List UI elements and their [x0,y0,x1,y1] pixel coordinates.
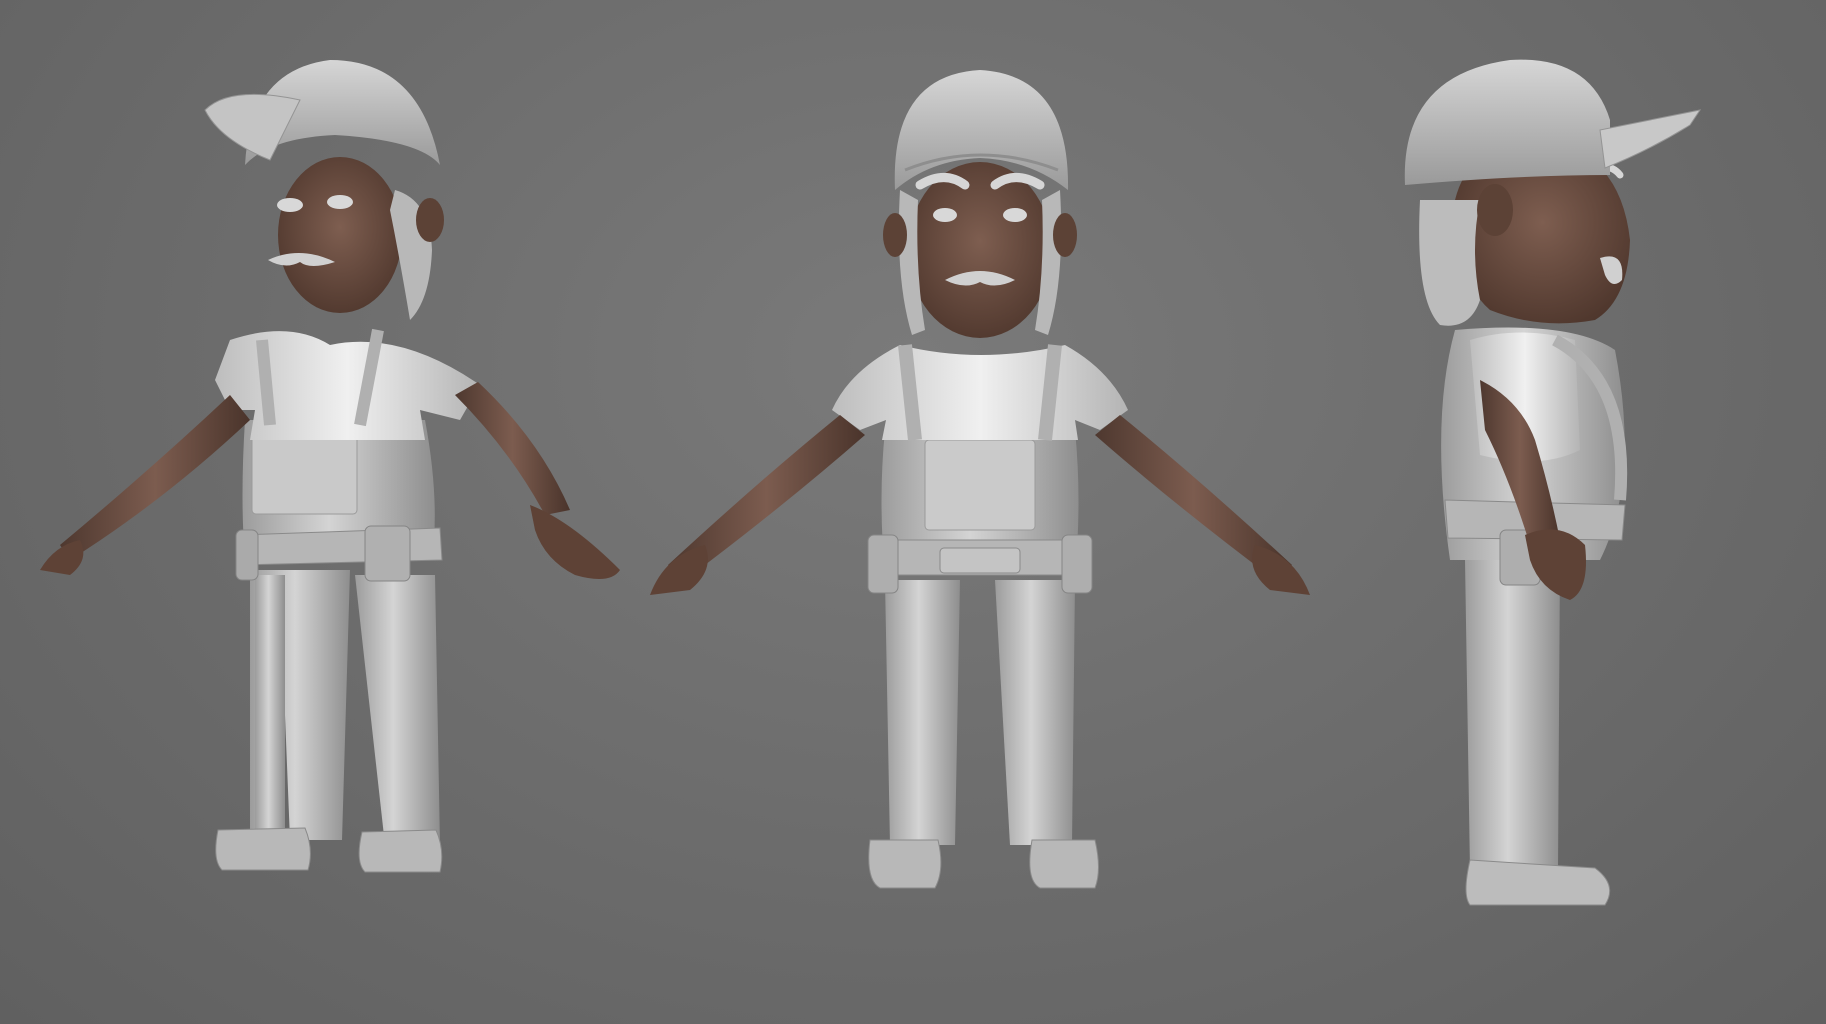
belt-pouch [364,525,411,582]
tool-belt [239,527,443,566]
cap [1404,59,1610,186]
left-shoe [868,839,942,889]
belt-pouch-right [1061,534,1093,594]
three-quarter-view [40,60,620,873]
side-view [1404,59,1702,906]
right-shoe [358,829,443,873]
right-shoe [1029,839,1099,889]
head [908,162,1052,338]
trouser-leg [1465,560,1560,870]
belt-pouch-left [867,534,899,594]
shoe [1465,859,1611,906]
bib-pocket [251,431,358,515]
cap-brim [1599,109,1702,169]
trouser-leg-right [995,580,1075,845]
left-arm [60,395,250,560]
strap-right [1038,344,1062,441]
ear [416,198,444,242]
t-shirt [215,331,480,440]
left-shoe [215,827,311,871]
front-view [650,70,1310,889]
right-hand [1252,545,1310,595]
right-hand [530,505,620,579]
t-shirt [832,345,1128,440]
hair [1419,200,1480,326]
eye-right [1003,208,1027,222]
cap-brim [204,93,301,161]
trouser-leg-left [885,580,960,845]
eye-left [933,208,957,222]
character-turnaround [40,59,1702,906]
ear-right [1053,213,1077,257]
right-arm [455,382,570,515]
head [278,157,402,313]
belt-buckle [939,547,1021,574]
bib-pocket [924,439,1036,531]
sculpt-viewport[interactable] [0,0,1826,1024]
strap-left [898,344,922,441]
left-hand [650,545,708,595]
ear-left [883,213,907,257]
ear [1477,184,1513,236]
